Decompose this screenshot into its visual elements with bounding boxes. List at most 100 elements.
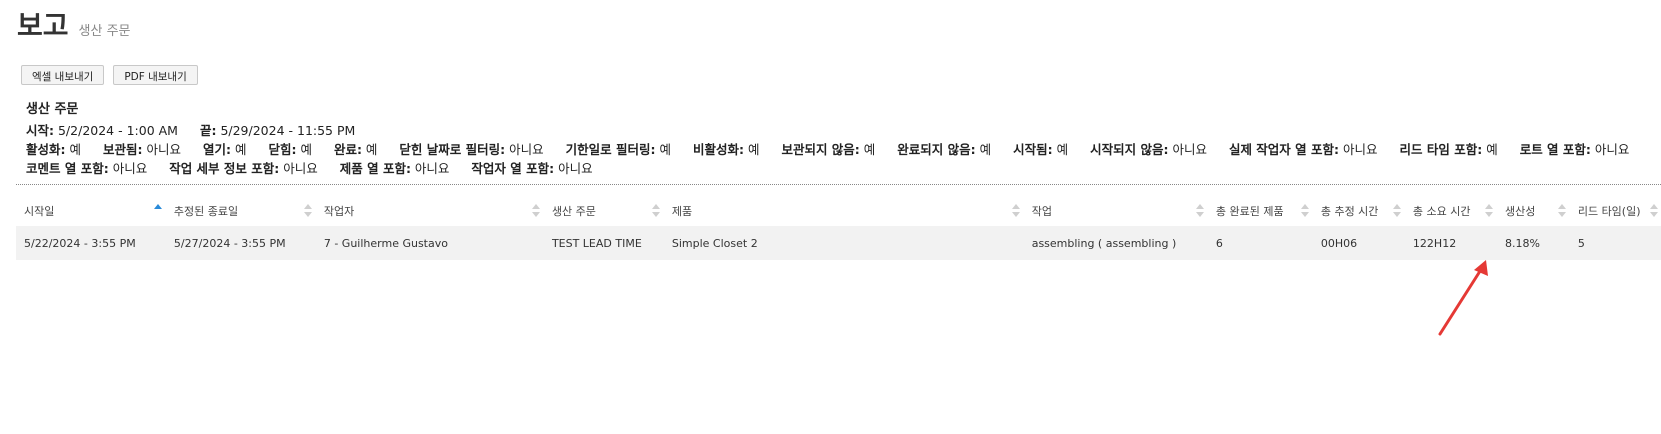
filter-options: 활성화: 예 보관됨: 아니요 열기: 예 닫힘: 예 완료: 예 닫힌 날짜로… xyxy=(26,140,1656,178)
cell-start-date: 5/22/2024 - 3:55 PM xyxy=(24,236,136,250)
cell-lead-time: 5 xyxy=(1577,236,1585,250)
column-header-total-completed[interactable]: 총 완료된 제품 xyxy=(1208,196,1313,226)
filter-item: 실제 작업자 열 포함: 아니요 xyxy=(1229,142,1378,157)
filter-heading: 생산 주문 xyxy=(26,102,79,117)
start-label: 시작: xyxy=(26,123,54,138)
cell-productivity: 8.18% xyxy=(1505,236,1540,250)
cell-product: Simple Closet 2 xyxy=(671,236,758,250)
column-header-production-order[interactable]: 생산 주문 xyxy=(544,196,664,226)
column-label: 작업자 xyxy=(323,205,355,218)
filter-label: 기한일로 필터링: xyxy=(565,142,656,157)
filter-label: 보관됨: xyxy=(102,142,143,157)
column-label: 리드 타임(일) xyxy=(1577,205,1641,218)
column-header-total-estimated-time[interactable]: 총 추정 시간 xyxy=(1313,196,1405,226)
filter-value: 예 xyxy=(1056,142,1069,157)
sort-icon[interactable] xyxy=(1485,204,1494,218)
column-label: 총 완료된 제품 xyxy=(1215,205,1284,218)
filter-value: 아니요 xyxy=(146,142,181,157)
filter-value: 예 xyxy=(747,142,760,157)
filter-label: 제품 열 포함: xyxy=(339,161,411,176)
column-header-lead-time[interactable]: 리드 타임(일) xyxy=(1570,196,1661,226)
column-label: 작업 xyxy=(1031,205,1052,218)
cell-estimated-end-date: 5/27/2024 - 3:55 PM xyxy=(173,236,286,250)
page-subtitle: 생산 주문 xyxy=(78,24,131,39)
filter-item: 완료: 예 xyxy=(334,142,378,157)
filter-item: 제품 열 포함: 아니요 xyxy=(340,161,450,176)
end-date: 끝: 5/29/2024 - 11:55 PM xyxy=(200,123,355,138)
start-value: 5/2/2024 - 1:00 AM xyxy=(57,123,178,138)
end-value: 5/29/2024 - 11:55 PM xyxy=(220,123,356,138)
cell-total-completed: 6 xyxy=(1215,236,1223,250)
table-header-row: 시작일 추정된 종료일 작업자 생산 주문 제품 작업 총 완료된 제품 총 추… xyxy=(16,196,1661,226)
filter-value: 예 xyxy=(863,142,876,157)
column-header-worker[interactable]: 작업자 xyxy=(316,196,544,226)
export-excel-button[interactable]: 엑셀 내보내기 xyxy=(21,65,105,85)
production-order-table: 시작일 추정된 종료일 작업자 생산 주문 제품 작업 총 완료된 제품 총 추… xyxy=(16,196,1661,260)
cell-worker: 7 - Guilherme Gustavo xyxy=(323,236,448,250)
sort-icon[interactable] xyxy=(1557,204,1566,218)
filter-item: 로트 열 포함: 아니요 xyxy=(1520,142,1630,157)
filter-item: 비활성화: 예 xyxy=(693,142,760,157)
filter-item: 기한일로 필터링: 예 xyxy=(566,142,671,157)
sort-icon[interactable] xyxy=(1011,204,1020,218)
filter-label: 작업자 열 포함: xyxy=(471,161,555,176)
column-label: 생산 주문 xyxy=(551,205,596,218)
filter-item: 리드 타임 포함: 예 xyxy=(1400,142,1498,157)
filter-label: 시작됨: xyxy=(1013,142,1053,157)
filter-label: 보관되지 않음: xyxy=(781,142,860,157)
sort-icon[interactable] xyxy=(1392,204,1401,218)
filter-item: 코멘트 열 포함: 아니요 xyxy=(26,161,147,176)
filter-item: 완료되지 않음: 예 xyxy=(897,142,991,157)
table-row[interactable]: 5/22/2024 - 3:55 PM 5/27/2024 - 3:55 PM … xyxy=(16,226,1661,260)
column-label: 총 추정 시간 xyxy=(1320,205,1379,218)
filter-item: 작업 세부 정보 포함: 아니요 xyxy=(169,161,318,176)
sort-icon[interactable] xyxy=(1650,204,1658,218)
filter-item: 작업자 열 포함: 아니요 xyxy=(471,161,592,176)
column-header-start-date[interactable]: 시작일 xyxy=(16,196,166,226)
sort-icon[interactable] xyxy=(303,204,312,218)
sort-icon[interactable] xyxy=(651,204,660,218)
start-date: 시작: 5/2/2024 - 1:00 AM xyxy=(26,123,178,138)
filter-item: 시작됨: 예 xyxy=(1013,142,1068,157)
sort-icon[interactable] xyxy=(1195,204,1204,218)
sort-ascending-icon[interactable] xyxy=(153,204,162,218)
section-divider xyxy=(16,184,1661,185)
column-header-product[interactable]: 제품 xyxy=(664,196,1024,226)
filter-item: 활성화: 예 xyxy=(26,142,81,157)
filter-value: 아니요 xyxy=(283,161,318,176)
sort-icon[interactable] xyxy=(1300,204,1309,218)
column-header-productivity[interactable]: 생산성 xyxy=(1497,196,1570,226)
cell-total-estimated-time: 00H06 xyxy=(1320,236,1358,250)
cell-production-order: TEST LEAD TIME xyxy=(551,236,642,250)
filter-summary: 생산 주문 시작: 5/2/2024 - 1:00 AM 끝: 5/29/202… xyxy=(26,100,1656,178)
filter-label: 로트 열 포함: xyxy=(1519,142,1591,157)
filter-label: 비활성화: xyxy=(692,142,744,157)
filter-label: 닫힌 날짜로 필터링: xyxy=(399,142,506,157)
filter-label: 완료되지 않음: xyxy=(897,142,976,157)
filter-value: 예 xyxy=(979,142,992,157)
report-page: 보고 생산 주문 엑셀 내보내기 PDF 내보내기 생산 주문 시작: 5/2/… xyxy=(0,0,1661,434)
filter-value: 예 xyxy=(659,142,671,157)
filter-item: 닫힌 날짜로 필터링: 아니요 xyxy=(399,142,543,157)
column-header-estimated-end-date[interactable]: 추정된 종료일 xyxy=(166,196,316,226)
filter-value: 아니요 xyxy=(1594,142,1630,157)
filter-value: 예 xyxy=(365,142,378,157)
sort-icon[interactable] xyxy=(531,204,540,218)
column-header-total-elapsed-time[interactable]: 총 소요 시간 xyxy=(1405,196,1497,226)
filter-item: 닫힘: 예 xyxy=(268,142,312,157)
column-label: 제품 xyxy=(671,205,693,218)
filter-item: 보관되지 않음: 예 xyxy=(781,142,875,157)
filter-label: 작업 세부 정보 포함: xyxy=(169,161,280,176)
filter-label: 닫힘: xyxy=(268,142,297,157)
filter-value: 아니요 xyxy=(1343,142,1378,157)
filter-value: 아니요 xyxy=(558,161,593,176)
filter-value: 예 xyxy=(1486,142,1498,157)
filter-value: 예 xyxy=(300,142,312,157)
end-label: 끝: xyxy=(199,123,217,138)
page-header: 보고 생산 주문 xyxy=(17,4,131,44)
filter-item: 열기: 예 xyxy=(203,142,247,157)
filter-label: 코멘트 열 포함: xyxy=(26,161,109,176)
export-pdf-button[interactable]: PDF 내보내기 xyxy=(113,65,198,85)
column-header-task[interactable]: 작업 xyxy=(1024,196,1208,226)
column-label: 시작일 xyxy=(24,205,55,218)
